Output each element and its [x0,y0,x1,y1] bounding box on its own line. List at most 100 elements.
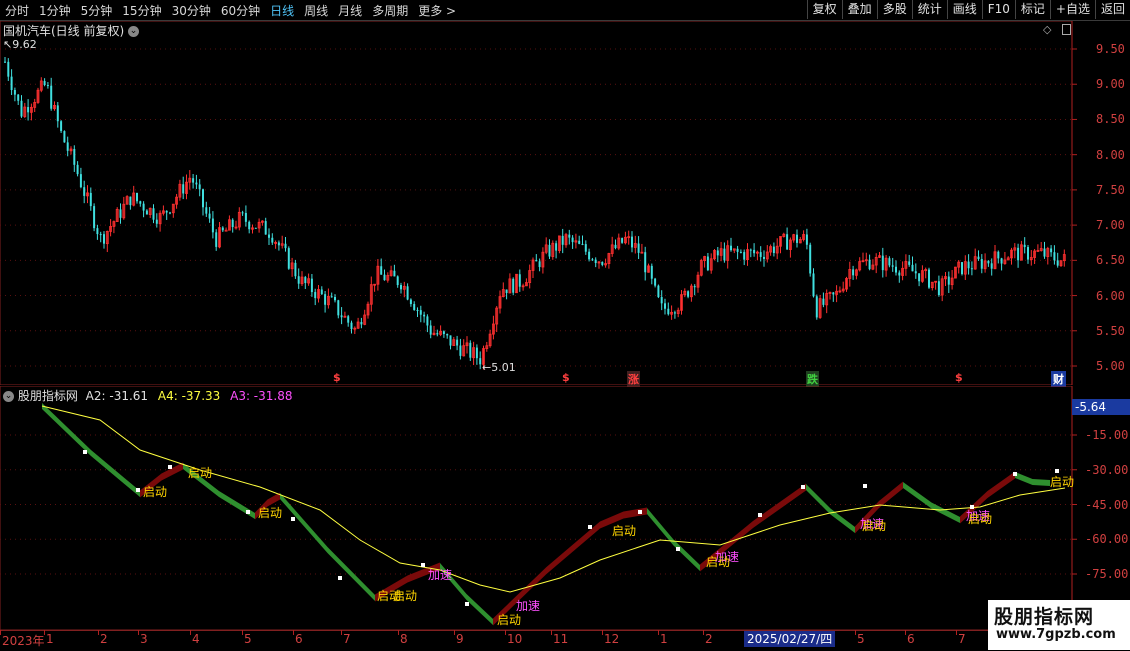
candle-body [139,201,142,204]
a3-value: A3: -31.88 [230,389,293,403]
candle-body [990,263,993,269]
candle-body [221,227,224,231]
price-tick-label: 6.50 [1096,253,1125,268]
price-tick-label: 8.50 [1096,112,1125,127]
candle-body [693,286,696,288]
toolbar-button-6[interactable]: 标记 [1014,0,1050,19]
candle-body [192,178,195,183]
time-tick [551,630,552,635]
period-tab-8[interactable]: 月线 [333,2,367,19]
candle-body [475,347,478,359]
start-signal: 启动 [188,466,213,480]
candle-body [518,274,521,287]
candle-body [396,276,399,286]
event-marker[interactable]: 跌 [806,371,819,387]
candle-body [416,309,419,311]
period-tab-5[interactable]: 60分钟 [216,2,265,19]
toolbar-button-4[interactable]: 画线 [946,0,982,19]
candle-body [588,251,591,260]
time-tick [190,630,191,635]
toolbar-button-7[interactable]: +自选 [1049,0,1095,19]
price-tick-label: 5.00 [1096,359,1125,373]
candle-body [832,292,835,295]
candle-body [340,315,343,318]
candle-body [667,308,670,315]
indicator-chart[interactable] [0,386,1130,630]
period-tab-10[interactable]: 更多 > [413,2,461,19]
candle-body [103,234,105,244]
diamond-icon[interactable]: ◇ [1043,23,1051,36]
accel-signal: 加速 [516,599,541,613]
candle-body [145,210,148,215]
toolbar-button-2[interactable]: 多股 [876,0,912,19]
time-tick [398,630,399,635]
candle-body [512,278,515,293]
candle-body [347,316,350,323]
period-tab-1[interactable]: 1分钟 [34,2,76,19]
time-tick [658,630,659,635]
time-label: 7 [958,632,966,646]
toolbar-button-8[interactable]: 返回 [1094,0,1130,19]
candle-body [119,209,122,218]
period-tab-3[interactable]: 15分钟 [117,2,166,19]
candle-body [730,245,732,251]
candle-body [79,174,82,188]
candle-body [73,148,76,165]
signal-dot [465,602,469,606]
toolbar-button-1[interactable]: 叠加 [841,0,877,19]
period-tab-2[interactable]: 5分钟 [76,2,118,19]
event-marker[interactable]: 涨 [627,371,640,387]
period-tab-0[interactable]: 分时 [0,2,34,19]
watermark-url: www.7gpzb.com [996,627,1116,642]
period-tab-6[interactable]: 日线 [265,2,299,19]
candle-body [1056,260,1059,266]
time-label: 10 [507,632,523,646]
candle-body [594,259,597,263]
candle-body [980,258,983,269]
candle-body [548,244,551,257]
chevron-down-icon[interactable]: ⌄ [128,26,140,37]
candle-body [581,243,584,245]
toolbar-button-0[interactable]: 复权 [806,0,842,19]
toolbar-button-5[interactable]: F10 [981,0,1015,19]
signal-dot [588,525,592,529]
candle-body [535,260,538,262]
candle-body [409,299,412,305]
candle-body [660,297,663,304]
candle-body [891,265,894,267]
price-tick-label: 5.50 [1096,323,1125,338]
toolbar-buttons: 复权 叠加 多股 统计 画线 F10 标记 +自选 返回 [806,0,1130,20]
signal-dot [676,547,680,551]
chevron-down-icon[interactable]: ⌄ [3,391,14,402]
signal-dot [246,510,250,514]
candle-body [1053,252,1056,261]
period-tab-4[interactable]: 30分钟 [167,2,216,19]
start-signal: 启动 [612,524,637,538]
period-tab-9[interactable]: 多周期 [367,2,413,19]
price-chart[interactable] [0,21,1130,385]
event-marker[interactable]: $ [562,371,570,384]
time-tick [505,630,506,635]
period-tabs: 分时 1分钟 5分钟 15分钟 30分钟 60分钟 日线 周线 月线 多周期 更多 > [0,0,461,20]
candle-body [739,251,742,253]
event-marker[interactable]: 财 [1051,371,1066,387]
toolbar-button-3[interactable]: 统计 [911,0,947,19]
candle-body [772,246,775,254]
panel-toggle-icon[interactable] [1062,24,1071,35]
falling-band [806,484,855,533]
candle-body [1027,247,1029,260]
signal-dot [1013,472,1017,476]
candle-body [809,244,812,274]
event-marker[interactable]: $ [955,371,963,384]
candle-body [60,121,63,132]
candle-body [631,236,633,248]
candle-body [152,208,155,220]
candle-body [169,212,171,214]
candle-body [716,250,719,256]
time-tick [138,630,139,635]
candle-body [937,281,940,296]
period-tab-7[interactable]: 周线 [299,2,333,19]
event-marker[interactable]: $ [333,371,341,384]
high-price-label: ↖9.62 [3,38,37,51]
candle-body [129,196,132,206]
